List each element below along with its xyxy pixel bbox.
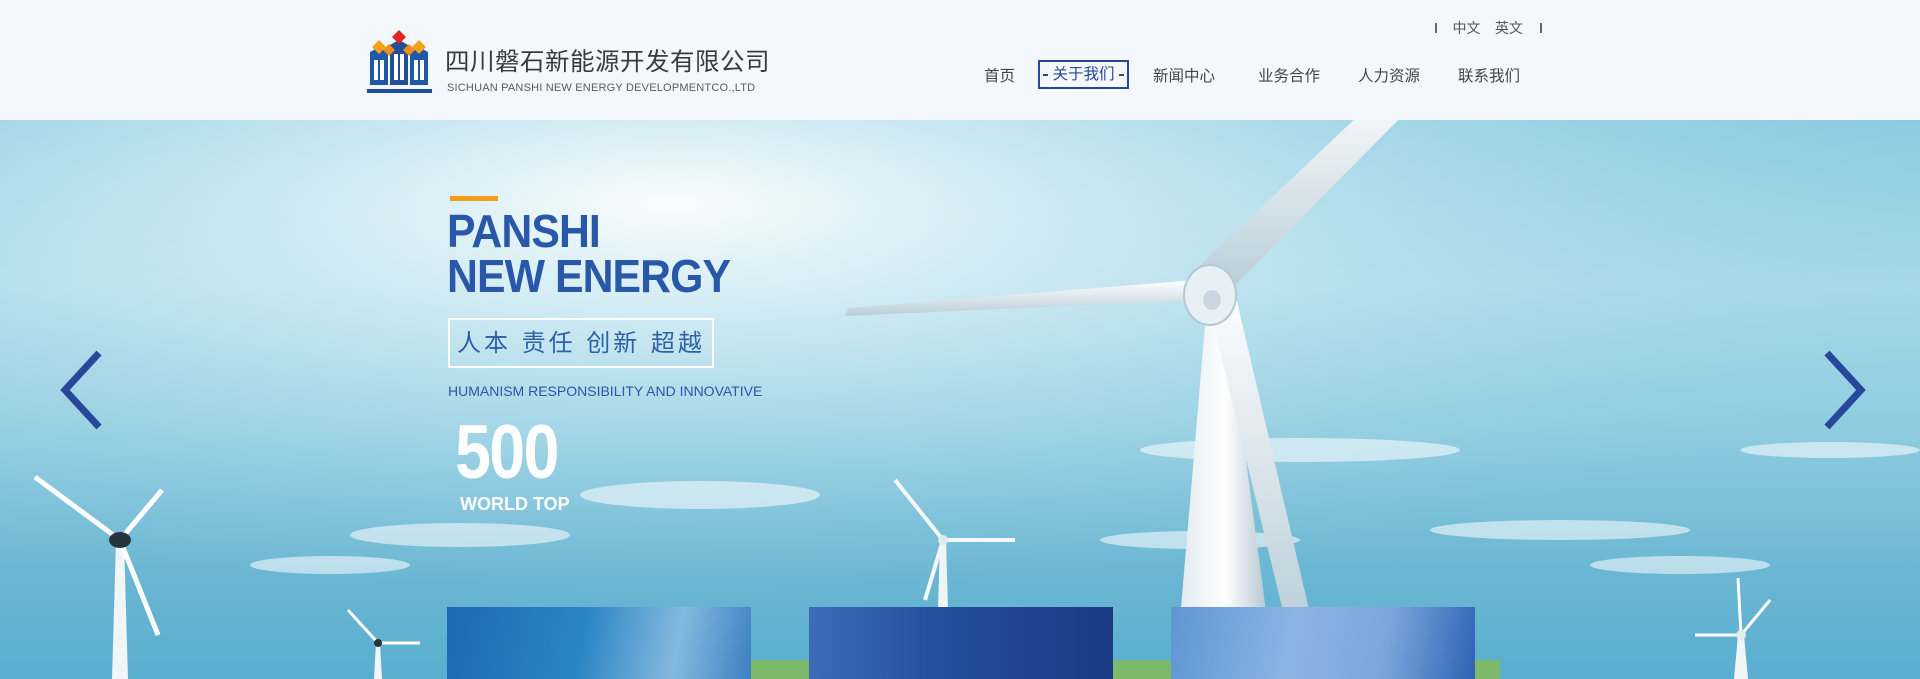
company-name-cn: 四川磐石新能源开发有限公司 xyxy=(445,47,770,76)
site-header: 四川磐石新能源开发有限公司 SICHUAN PANSHI NEW ENERGY … xyxy=(0,0,1920,120)
language-switcher: 中文 英文 xyxy=(1435,18,1543,37)
company-name-en: SICHUAN PANSHI NEW ENERGY DEVELOPMENTCO.… xyxy=(447,82,756,94)
nav-hr[interactable]: 人力资源 xyxy=(1358,62,1420,90)
feature-card[interactable] xyxy=(1171,607,1475,679)
chevron-left-icon[interactable] xyxy=(55,345,115,435)
nav-business[interactable]: 业务合作 xyxy=(1258,62,1320,90)
brand-title-line1: PANSHI xyxy=(447,205,601,257)
world-rank-number: 500 xyxy=(455,410,559,495)
feature-card[interactable] xyxy=(809,607,1113,679)
world-rank-label: WORLD TOP xyxy=(460,494,570,514)
lang-english-link[interactable]: 英文 xyxy=(1495,18,1523,38)
nav-about-us[interactable]: 关于我们 xyxy=(1038,60,1129,89)
divider xyxy=(1435,23,1437,33)
wind-turbine-scene xyxy=(0,120,1920,679)
values-en: HUMANISM RESPONSIBILITY AND INNOVATIVE xyxy=(448,383,763,399)
values-box: 人本 责任 创新 超越 xyxy=(448,318,714,368)
panshi-logo-icon[interactable] xyxy=(367,30,432,93)
brand-title: PANSHI NEW ENERGY xyxy=(447,205,731,302)
nav-home[interactable]: 首页 xyxy=(984,62,1015,90)
nav-contact[interactable]: 联系我们 xyxy=(1458,62,1520,90)
values-cn: 人本 责任 创新 超越 xyxy=(457,329,705,357)
nav-news[interactable]: 新闻中心 xyxy=(1153,62,1215,90)
accent-bar xyxy=(450,196,498,201)
chevron-right-icon[interactable] xyxy=(1815,345,1875,435)
hero-banner: PANSHI NEW ENERGY 人本 责任 创新 超越 HUMANISM R… xyxy=(0,120,1920,679)
divider xyxy=(1540,23,1543,33)
lang-chinese-link[interactable]: 中文 xyxy=(1452,18,1480,38)
feature-card[interactable] xyxy=(447,607,751,679)
brand-title-line2: NEW ENERGY xyxy=(447,250,731,302)
